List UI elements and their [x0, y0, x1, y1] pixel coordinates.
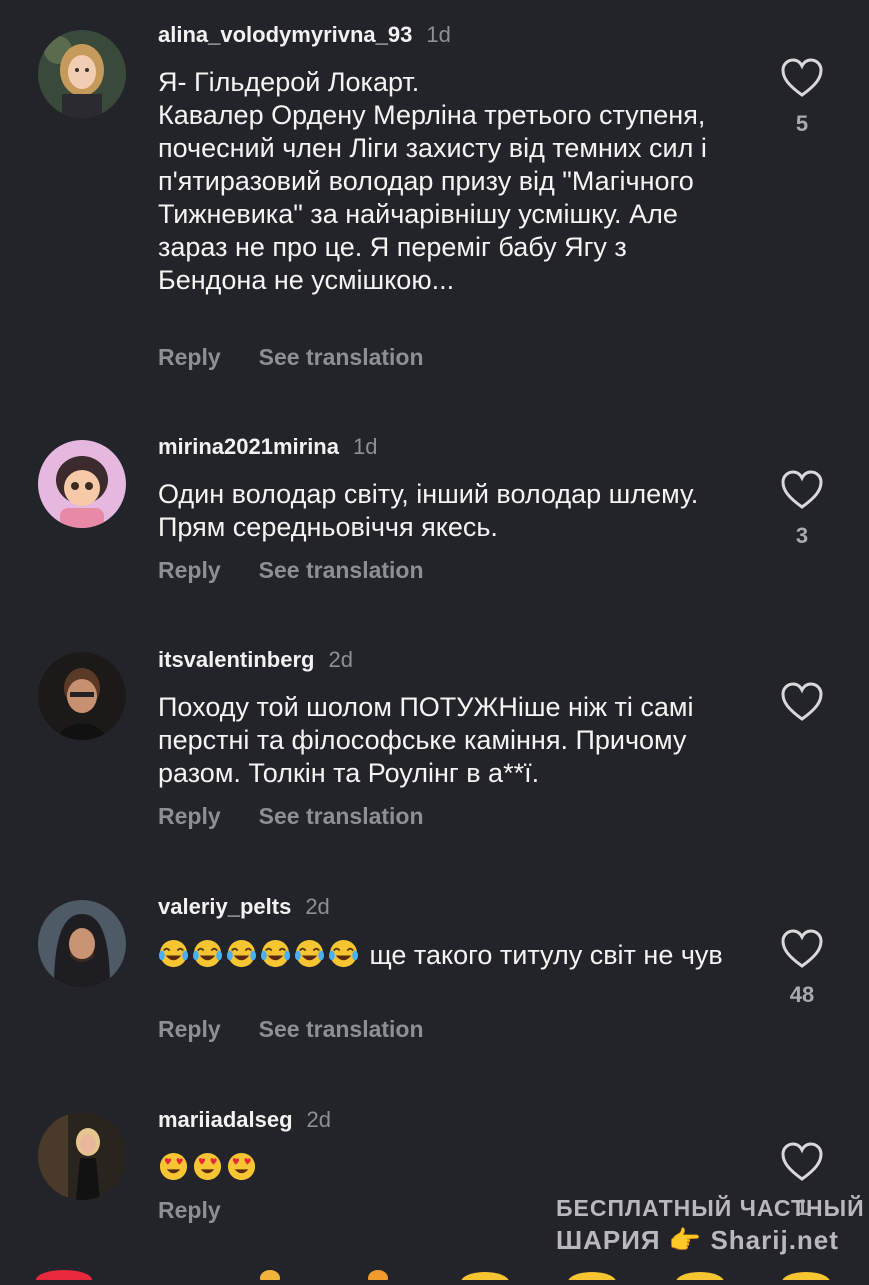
reply-button[interactable]: Reply: [158, 344, 221, 370]
comment-text: [158, 1151, 738, 1185]
reply-button[interactable]: Reply: [158, 557, 221, 583]
heart-outline-icon: [781, 470, 823, 509]
smile-emoji: [676, 1272, 724, 1285]
avatar[interactable]: [38, 30, 126, 118]
heart-eyes-icon: [158, 1151, 189, 1182]
comment-text-line: Я- Гільдерой Локарт.: [158, 67, 420, 97]
smile-emoji: [568, 1272, 616, 1285]
face-with-tears-of-joy-icon: [260, 938, 291, 969]
watermark-line-2: ШАРИЯ 👉 Sharij.net: [556, 1225, 839, 1255]
like-button[interactable]: [780, 470, 824, 510]
face-with-tears-of-joy-icon: [158, 938, 189, 969]
timestamp: 2d: [328, 647, 353, 672]
watermark-line-1: БЕСПЛАТНЫЙ ЧАСТНЫЙ: [556, 1195, 865, 1221]
username[interactable]: alina_volodymyrivna_93: [158, 22, 412, 47]
heart-outline-icon: [781, 1142, 823, 1181]
smile-emoji: [461, 1272, 509, 1285]
clap-emoji: [260, 1270, 280, 1285]
reply-button[interactable]: Reply: [158, 803, 221, 829]
see-translation-button[interactable]: See translation: [259, 344, 424, 370]
comment-text-line: Кавалер Ордену Мерліна третього ступеня,…: [158, 100, 707, 295]
like-button[interactable]: [780, 1142, 824, 1182]
username[interactable]: mirina2021mirina: [158, 434, 339, 459]
see-translation-button[interactable]: See translation: [259, 1016, 424, 1042]
timestamp: 1d: [352, 434, 378, 459]
timestamp: 2d: [305, 894, 330, 919]
watermark: БЕСПЛАТНЫЙ ЧАСТНЫЙ ШАРИЯ 👉 Sharij.net: [556, 1192, 865, 1256]
comment-text: Я- Гільдерой Локарт. Кавалер Ордену Мерл…: [158, 66, 738, 297]
comment-text: ще такого титулу світ не чув: [158, 938, 738, 972]
heart-outline-icon: [781, 929, 823, 968]
username[interactable]: valeriy_pelts: [158, 894, 291, 919]
like-button[interactable]: [780, 58, 824, 98]
reply-button[interactable]: Reply: [158, 1016, 221, 1042]
username[interactable]: itsvalentinberg: [158, 647, 314, 672]
avatar[interactable]: [38, 652, 126, 740]
heart-outline-icon: [781, 58, 823, 97]
avatar[interactable]: [38, 1112, 126, 1200]
face-with-tears-of-joy-icon: [294, 938, 325, 969]
heart-emoji: [36, 1270, 92, 1285]
face-with-tears-of-joy-icon: [192, 938, 223, 969]
like-count: 48: [789, 982, 815, 1007]
like-count: 3: [795, 523, 809, 548]
emoji-reaction-bar[interactable]: [0, 1262, 869, 1285]
avatar[interactable]: [38, 900, 126, 988]
username[interactable]: mariiadalseg: [158, 1107, 293, 1132]
like-button[interactable]: [780, 929, 824, 969]
comment-text: Один володар світу, інший володар шлему.…: [158, 479, 699, 542]
face-with-tears-of-joy-icon: [226, 938, 257, 969]
see-translation-button[interactable]: See translation: [259, 803, 424, 829]
heart-eyes-icon: [226, 1151, 257, 1182]
heart-eyes-icon: [192, 1151, 223, 1182]
fire-emoji: [368, 1270, 388, 1285]
see-translation-button[interactable]: See translation: [259, 557, 424, 583]
like-button[interactable]: [780, 682, 824, 722]
timestamp: 1d: [426, 22, 451, 47]
timestamp: 2d: [306, 1107, 331, 1132]
smile-emoji: [782, 1272, 830, 1285]
heart-outline-icon: [781, 682, 823, 721]
comment-text-content: ще такого титулу світ не чув: [362, 940, 723, 970]
like-count: 5: [795, 111, 809, 136]
comment-text: Походу той шолом ПОТУЖНіше ніж ті самі п…: [158, 692, 694, 788]
reply-button[interactable]: Reply: [158, 1197, 221, 1223]
avatar[interactable]: [38, 440, 126, 528]
face-with-tears-of-joy-icon: [328, 938, 359, 969]
